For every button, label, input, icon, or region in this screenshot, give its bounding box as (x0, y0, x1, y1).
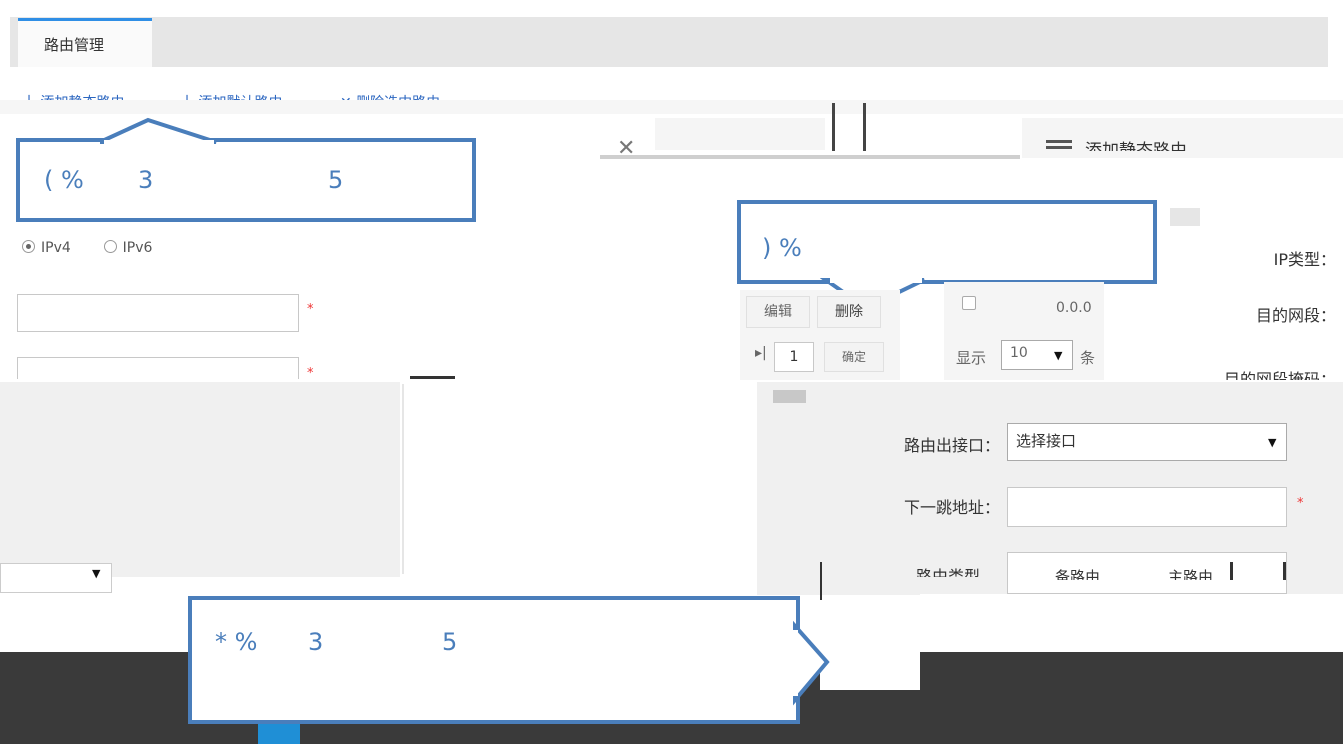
callout-3-pointer (793, 620, 830, 706)
ipv6-label: IPv6 (122, 240, 153, 256)
next-hop-label: 下一跳地址： (903, 498, 1000, 517)
next-hop-required-mark: * (1297, 496, 1304, 511)
tab-bar (10, 17, 1328, 67)
dialog-fragment (655, 118, 825, 150)
last-page-icon[interactable]: ▸| (755, 345, 767, 361)
outgoing-iface-arrow-icon: ▼ (1268, 436, 1277, 449)
backup-route-option[interactable]: 备路由 (1055, 566, 1100, 580)
glitch-block-left (0, 382, 400, 577)
divider-vertical (402, 384, 404, 574)
ipv6-radio[interactable] (103, 240, 117, 253)
hamburger-icon (1046, 140, 1072, 143)
page-size-arrow-icon: ▼ (1054, 349, 1063, 362)
callout-3-num2: 5 (442, 628, 458, 656)
callout-3-num1: 3 (308, 628, 324, 656)
glitch-bars-2 (1230, 562, 1286, 580)
callout-1-label: ( % (44, 166, 84, 194)
outgoing-iface-select[interactable]: 选择接口 (1007, 423, 1287, 461)
glitch-mask-2 (920, 594, 1343, 652)
glitch-chip (1170, 208, 1200, 226)
dest-mask-label: 目的网段掩码： (1223, 370, 1336, 380)
divider (600, 155, 1020, 159)
confirm-page-button[interactable]: 确定 (824, 342, 884, 372)
glitch-dash (410, 376, 455, 379)
callout-1-num1: 3 (138, 166, 154, 194)
page-number-input[interactable]: 1 (774, 342, 814, 372)
glitch-bars (832, 103, 866, 151)
outgoing-iface-value: 选择接口 (1016, 432, 1077, 450)
outgoing-iface-label: 路由出接口： (903, 436, 1000, 455)
edit-button[interactable]: 编辑 (746, 296, 810, 328)
glitch-block-mid (400, 385, 755, 575)
delete-button[interactable]: 删除 (817, 296, 881, 328)
table-cell-ip: 0.0.0 (1056, 300, 1092, 316)
required-mark: * (307, 302, 314, 317)
main-route-option[interactable]: 主路由 (1168, 566, 1213, 580)
required-mark-2: * (307, 366, 314, 381)
callout-3 (188, 596, 800, 724)
callout-3-label: * % (215, 628, 258, 656)
page-size-unit: 条 (1080, 349, 1096, 367)
glitch-mask (820, 600, 920, 690)
dest-network-label: 目的网段： (1255, 306, 1336, 325)
glitch-mark (773, 390, 806, 403)
page-size-value: 10 (1010, 345, 1028, 361)
callout-1-pointer (100, 117, 217, 146)
callout-2-label: ) % (762, 234, 802, 262)
show-label: 显示 (956, 349, 987, 367)
row-checkbox[interactable] (962, 296, 976, 310)
ip-version-radio-group: IPv4 IPv6 (22, 240, 152, 256)
callout-1-num2: 5 (328, 166, 344, 194)
ip-type-label: IP类型： (1273, 250, 1336, 269)
panel-title: 添加静态路由 (1085, 141, 1187, 151)
dest-network-input[interactable] (17, 294, 299, 332)
callout-1 (16, 138, 476, 222)
ipv4-label: IPv4 (41, 240, 71, 256)
glitch-band (0, 100, 1343, 114)
ipv4-radio[interactable] (22, 240, 35, 253)
tab-route-management-label: 路由管理 (44, 36, 105, 54)
dest-mask-input[interactable] (17, 357, 299, 379)
next-hop-input[interactable] (1007, 487, 1287, 527)
left-select-arrow-icon: ▼ (92, 567, 101, 580)
